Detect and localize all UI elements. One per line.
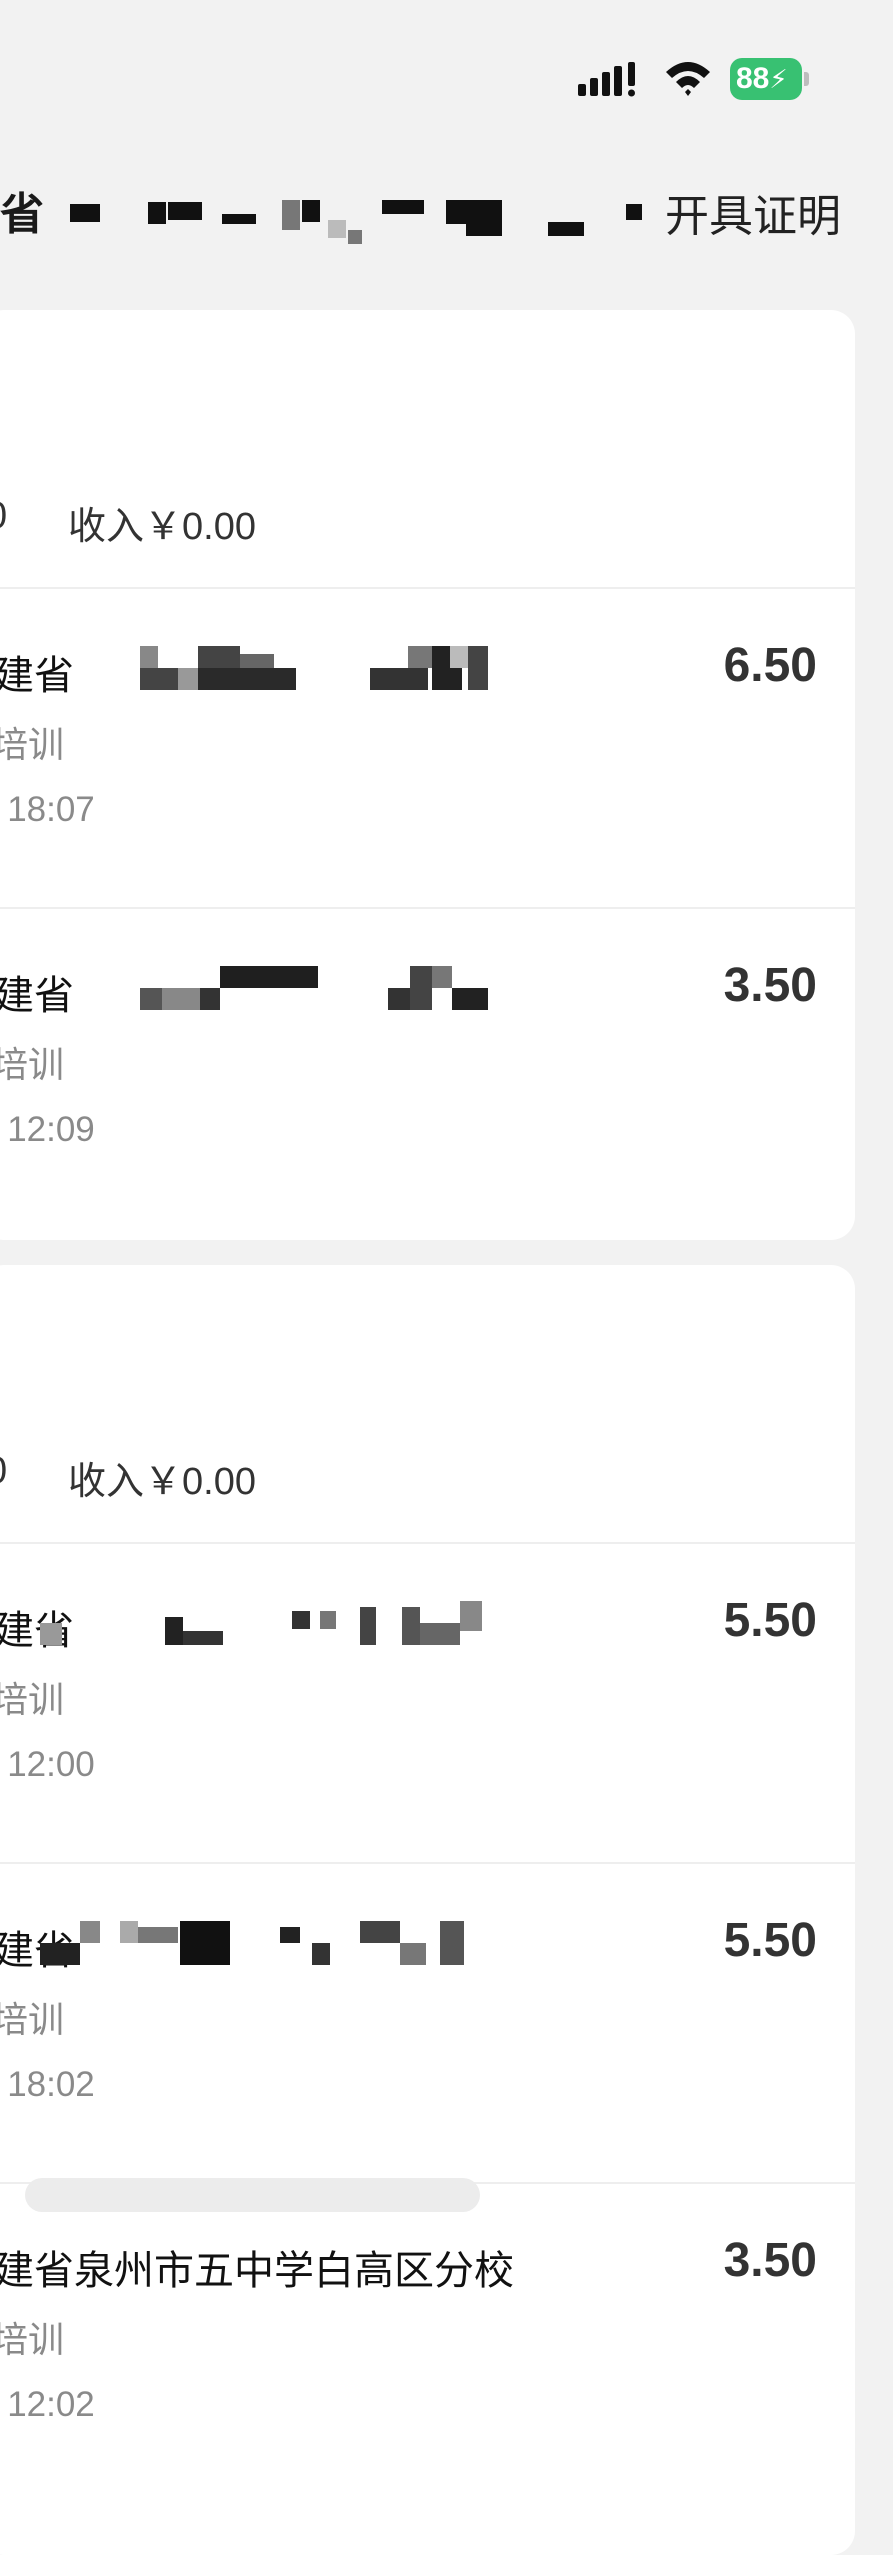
wifi-icon bbox=[666, 62, 710, 96]
month-group-card: 0 收入￥0.00 建省 培训 1 18:07 6.50 建省 bbox=[0, 310, 855, 1240]
income-total: 收入￥0.00 bbox=[68, 506, 256, 548]
redacted-title-block bbox=[222, 214, 256, 224]
transaction-merchant: 建省泉州市五中学白高区分校 bbox=[0, 2249, 514, 2293]
redacted-title-block bbox=[302, 200, 320, 222]
transaction-time: 1 12:09 bbox=[0, 1110, 95, 1149]
month-group-card: 0 收入￥0.00 建省 培训 2 12:00 5.50 建省 bbox=[0, 1265, 855, 2555]
transaction-category: 培训 bbox=[0, 724, 65, 765]
transaction-time: 1 18:02 bbox=[0, 2065, 95, 2104]
redacted-title-block bbox=[328, 220, 346, 238]
transaction-category: 培训 bbox=[0, 1679, 65, 1720]
transaction-merchant: 建省 bbox=[0, 654, 74, 698]
page-header: 省 开具证明 bbox=[0, 170, 893, 250]
redacted-title-block bbox=[70, 204, 100, 222]
redacted-title-block bbox=[382, 200, 424, 214]
transaction-row[interactable]: 建省 培训 1 12:09 3.50 bbox=[0, 908, 855, 1228]
redacted-title-block bbox=[148, 202, 166, 224]
transaction-row[interactable]: 建省 培训 1 18:02 5.50 bbox=[0, 1863, 855, 2183]
redacted-title-block bbox=[466, 224, 502, 236]
battery-charging-icon: 88⚡ bbox=[730, 58, 810, 100]
cellular-signal-icon bbox=[578, 62, 635, 97]
status-bar: 88⚡ bbox=[0, 0, 893, 150]
transaction-category: 培训 bbox=[0, 2319, 65, 2360]
transaction-amount: 3.50 bbox=[723, 959, 817, 1012]
redacted-title-block bbox=[168, 202, 202, 220]
transaction-amount: 3.50 bbox=[723, 2234, 817, 2287]
redacted-title-block bbox=[282, 200, 300, 230]
redacted-title-block bbox=[446, 200, 502, 224]
scroll-overlay-pill bbox=[25, 2178, 480, 2212]
transaction-merchant: 建省 bbox=[0, 974, 74, 1018]
redacted-title-block bbox=[348, 230, 362, 244]
transaction-row[interactable]: 建省 培训 2 12:00 5.50 bbox=[0, 1543, 855, 1863]
transaction-amount: 5.50 bbox=[723, 1914, 817, 1967]
transaction-amount: 6.50 bbox=[723, 639, 817, 692]
page-title: 省 bbox=[0, 190, 44, 239]
transaction-time: 1 18:07 bbox=[0, 790, 95, 829]
redacted-merchant-mask bbox=[40, 1601, 560, 1645]
transaction-row[interactable]: 建省 培训 1 18:07 6.50 bbox=[0, 588, 855, 908]
redacted-merchant-mask bbox=[40, 1921, 560, 1965]
transaction-row[interactable]: 建省泉州市五中学白高区分校 培训 1 12:02 3.50 bbox=[0, 2183, 855, 2503]
redacted-title-block bbox=[626, 204, 642, 220]
battery-level: 88 bbox=[736, 62, 770, 95]
redacted-title-block bbox=[548, 222, 584, 236]
expense-total: 0 bbox=[0, 1450, 7, 1493]
transaction-category: 培训 bbox=[0, 1044, 65, 1085]
redacted-merchant-mask bbox=[140, 966, 560, 1010]
income-total: 收入￥0.00 bbox=[68, 1461, 256, 1503]
transaction-time: 1 12:02 bbox=[0, 2385, 95, 2424]
redacted-merchant-mask bbox=[140, 646, 560, 690]
transaction-amount: 5.50 bbox=[723, 1594, 817, 1647]
transaction-time: 2 12:00 bbox=[0, 1745, 95, 1784]
issue-certificate-link[interactable]: 开具证明 bbox=[665, 180, 841, 244]
expense-total: 0 bbox=[0, 495, 7, 538]
transaction-category: 培训 bbox=[0, 1999, 65, 2040]
